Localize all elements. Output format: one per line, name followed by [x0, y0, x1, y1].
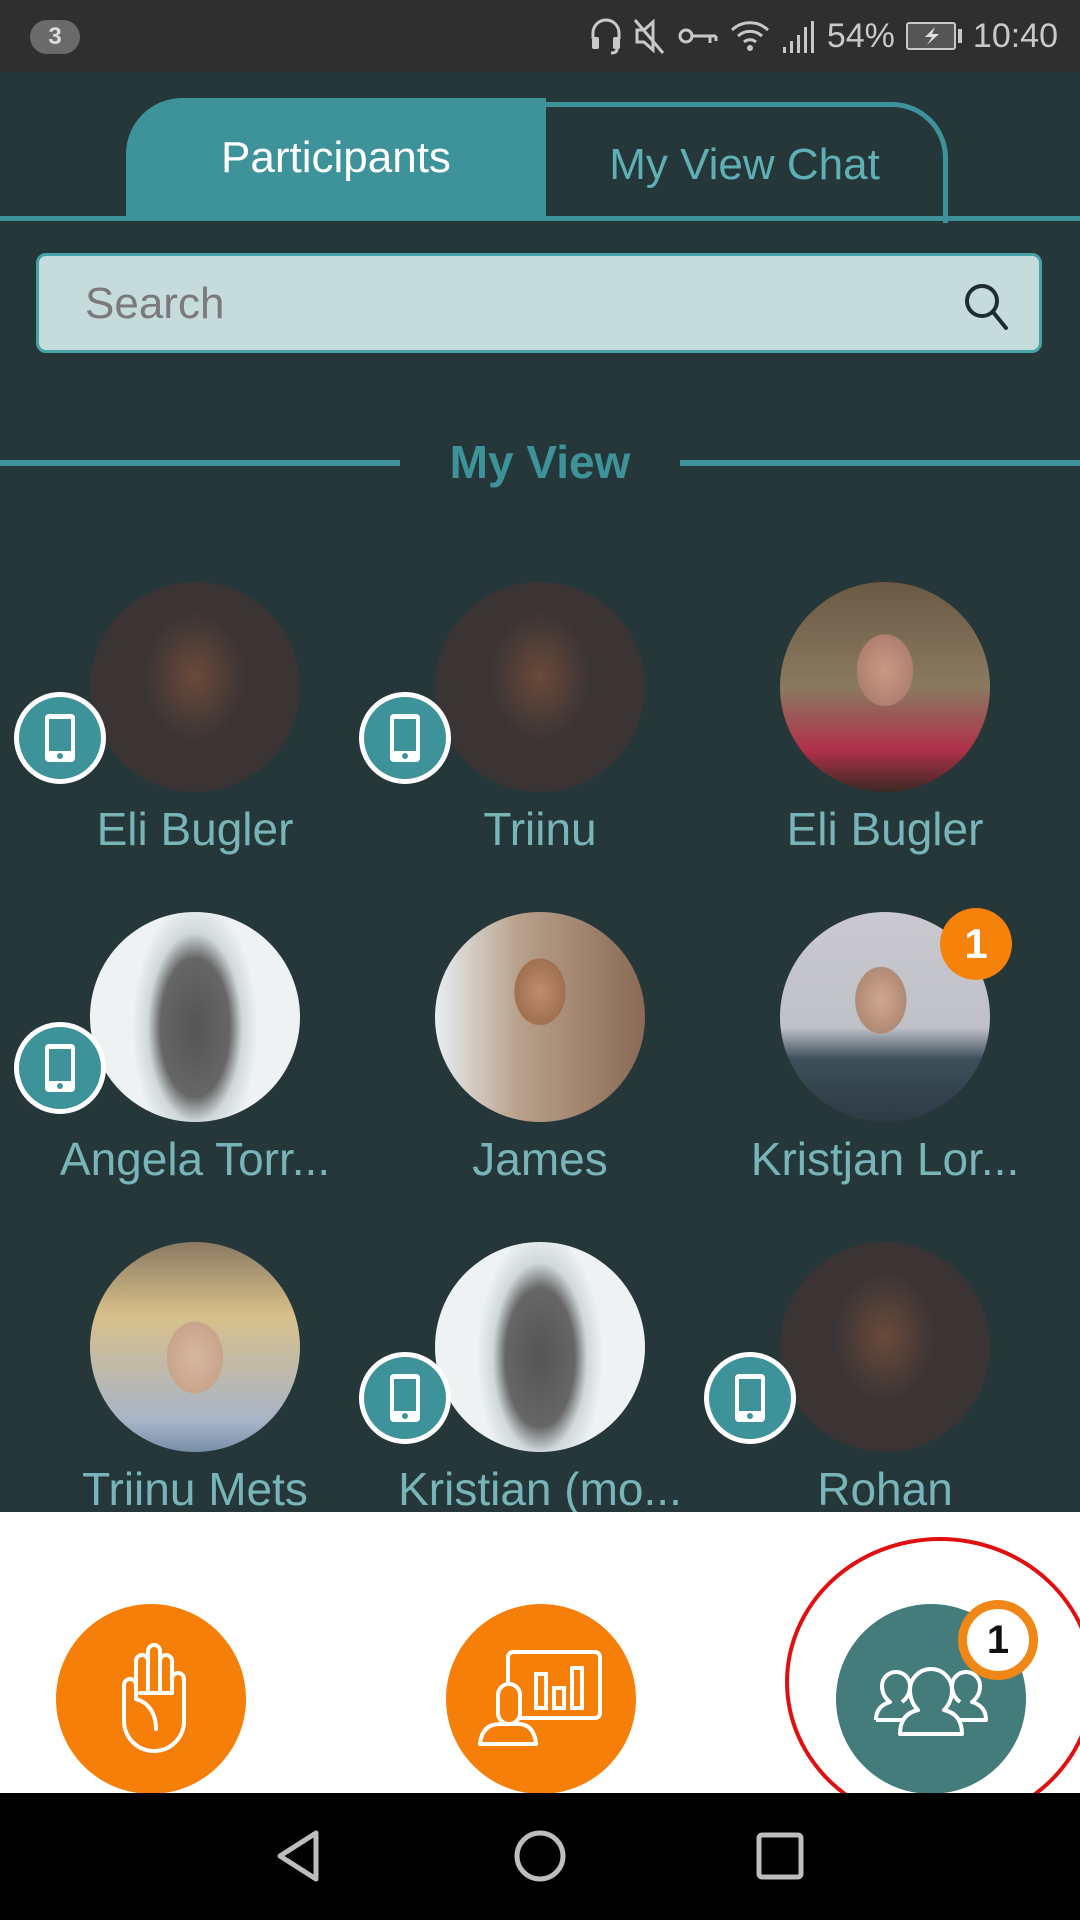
- participant-tile[interactable]: Angela Torr...: [0, 912, 345, 1242]
- raise-hand-button[interactable]: [56, 1604, 246, 1794]
- signal-icon: [781, 17, 817, 55]
- mute-icon: [633, 17, 667, 55]
- participant-name: Angela Torr...: [59, 1133, 331, 1185]
- participant-name: Eli Bugler: [786, 803, 984, 855]
- participant-tile[interactable]: 1 Kristjan Lor...: [690, 908, 1035, 1242]
- mobile-device-icon: [14, 1022, 106, 1114]
- my-view-section-header: My View: [0, 432, 1080, 492]
- tab-participants[interactable]: Participants: [126, 98, 546, 218]
- tab-my-view-chat[interactable]: My View Chat: [546, 102, 948, 223]
- search-icon[interactable]: [961, 280, 1011, 337]
- participant-name: Eli Bugler: [96, 803, 294, 855]
- presenter-icon: [476, 1642, 606, 1757]
- participant-tile[interactable]: James: [345, 912, 690, 1242]
- participant-tile[interactable]: Rohan: [690, 1242, 1035, 1512]
- participant-tile[interactable]: Eli Bugler: [690, 582, 1035, 912]
- vpn-key-icon: [677, 17, 719, 55]
- tab-underline: [0, 216, 1080, 221]
- participant-avatar[interactable]: [90, 1242, 300, 1452]
- notification-count-badge: 3: [30, 20, 80, 54]
- search-input[interactable]: [83, 256, 947, 352]
- recents-icon: [755, 1831, 805, 1886]
- participant-avatar[interactable]: [90, 912, 300, 1122]
- section-title: My View: [449, 436, 631, 488]
- participants-count-badge: 1: [958, 1600, 1038, 1680]
- headset-icon: [589, 17, 623, 55]
- participant-name: Rohan: [817, 1463, 953, 1512]
- participant-avatar[interactable]: [780, 582, 990, 792]
- participant-tile[interactable]: Triinu Mets: [0, 1242, 345, 1512]
- participant-tile[interactable]: Triinu: [345, 582, 690, 912]
- search-box[interactable]: [36, 253, 1042, 353]
- participant-avatar[interactable]: [435, 582, 645, 792]
- mobile-device-icon: [359, 1352, 451, 1444]
- participants-panel: Participants My View Chat My View Eli Bu…: [0, 72, 1080, 1512]
- mobile-device-icon: [14, 692, 106, 784]
- raise-hand-icon: [106, 1637, 196, 1762]
- participant-avatar[interactable]: [90, 582, 300, 792]
- back-icon: [274, 1829, 324, 1888]
- status-bar: 3 54% 10:40: [0, 0, 1080, 72]
- participant-tile[interactable]: Eli Bugler: [0, 582, 345, 912]
- home-icon: [513, 1829, 567, 1888]
- clock: 10:40: [972, 16, 1058, 55]
- unread-count-badge: 1: [940, 908, 1012, 980]
- participant-name: Kristjan Lor...: [750, 1133, 1020, 1185]
- participant-name: James: [472, 1133, 608, 1185]
- wifi-icon: [729, 17, 771, 55]
- bottom-action-bar: 1: [0, 1512, 1080, 1794]
- divider-line: [0, 460, 400, 466]
- system-nav-bar: [0, 1793, 1080, 1920]
- battery-percent: 54%: [826, 16, 895, 55]
- participant-tile[interactable]: Kristian (mo...: [345, 1242, 690, 1512]
- participant-name: Triinu Mets: [82, 1463, 308, 1512]
- divider-line: [680, 460, 1080, 466]
- participant-name: Triinu: [483, 803, 597, 855]
- tab-bar: Participants My View Chat: [126, 98, 952, 223]
- battery-charging-icon: [905, 21, 963, 51]
- recents-button[interactable]: [745, 1823, 815, 1893]
- home-button[interactable]: [505, 1823, 575, 1893]
- participant-avatar[interactable]: [435, 912, 645, 1122]
- status-icons: 54% 10:40: [589, 12, 1058, 60]
- presentation-button[interactable]: [446, 1604, 636, 1794]
- mobile-device-icon: [359, 692, 451, 784]
- back-button[interactable]: [264, 1823, 334, 1893]
- participant-name: Kristian (mo...: [398, 1463, 682, 1512]
- participant-avatar[interactable]: [435, 1242, 645, 1452]
- mobile-device-icon: [704, 1352, 796, 1444]
- participant-avatar[interactable]: [780, 1242, 990, 1452]
